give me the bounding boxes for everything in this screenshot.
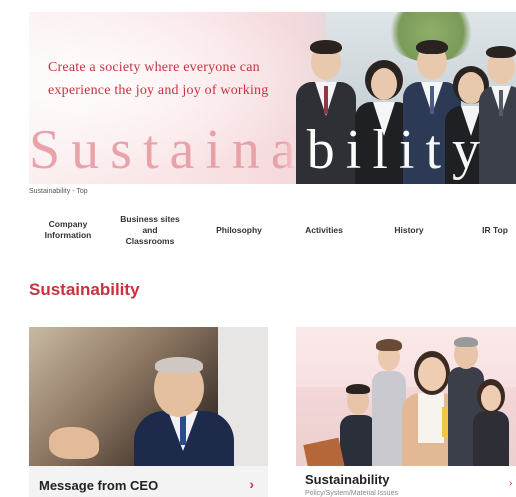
group-person: [303, 437, 346, 466]
nav-ir-top[interactable]: IR Top: [459, 210, 516, 250]
hero-tagline-line: experience the joy and joy of working: [48, 83, 269, 98]
nav-label: Company Information: [44, 219, 92, 240]
nav-activities[interactable]: Activities: [285, 210, 363, 250]
hero-tagline: Create a society where everyone can expe…: [48, 56, 288, 102]
nav-label: IR Top: [482, 224, 508, 235]
section-nav: Company Information Business sites and C…: [29, 210, 516, 250]
hero-tagline-line: Create a society where everyone can: [48, 60, 260, 75]
chevron-right-icon[interactable]: ›: [509, 478, 512, 489]
nav-label: Activities: [305, 224, 343, 235]
card-title[interactable]: Sustainability: [305, 472, 390, 487]
nav-company-information[interactable]: Company Information: [29, 210, 107, 250]
card-subtitle: Policy/System/Material Issues: [305, 490, 398, 497]
chevron-right-icon: ›: [249, 476, 254, 492]
hero-title-word: Sustainability: [29, 119, 491, 181]
hero-banner: Create a society where everyone can expe…: [29, 12, 516, 184]
card-title: Message from CEO: [39, 478, 159, 493]
nav-label: Business sites and Classrooms: [120, 213, 180, 246]
breadcrumb[interactable]: Sustainability - Top: [29, 188, 88, 195]
nav-label: History: [394, 224, 424, 235]
section-title: Sustainability: [29, 280, 140, 299]
nav-label: Philosophy: [216, 224, 262, 235]
sustainability-photo[interactable]: [296, 327, 516, 466]
group-person: [471, 377, 511, 466]
nav-business-sites[interactable]: Business sites and Classrooms: [113, 210, 187, 250]
card-ceo-message[interactable]: Message from CEO ›: [29, 466, 268, 497]
ceo-figure: [124, 355, 234, 466]
ceo-hand: [49, 427, 99, 459]
ceo-photo[interactable]: [29, 327, 268, 466]
nav-history[interactable]: History: [371, 210, 447, 250]
nav-philosophy[interactable]: Philosophy: [199, 210, 279, 250]
